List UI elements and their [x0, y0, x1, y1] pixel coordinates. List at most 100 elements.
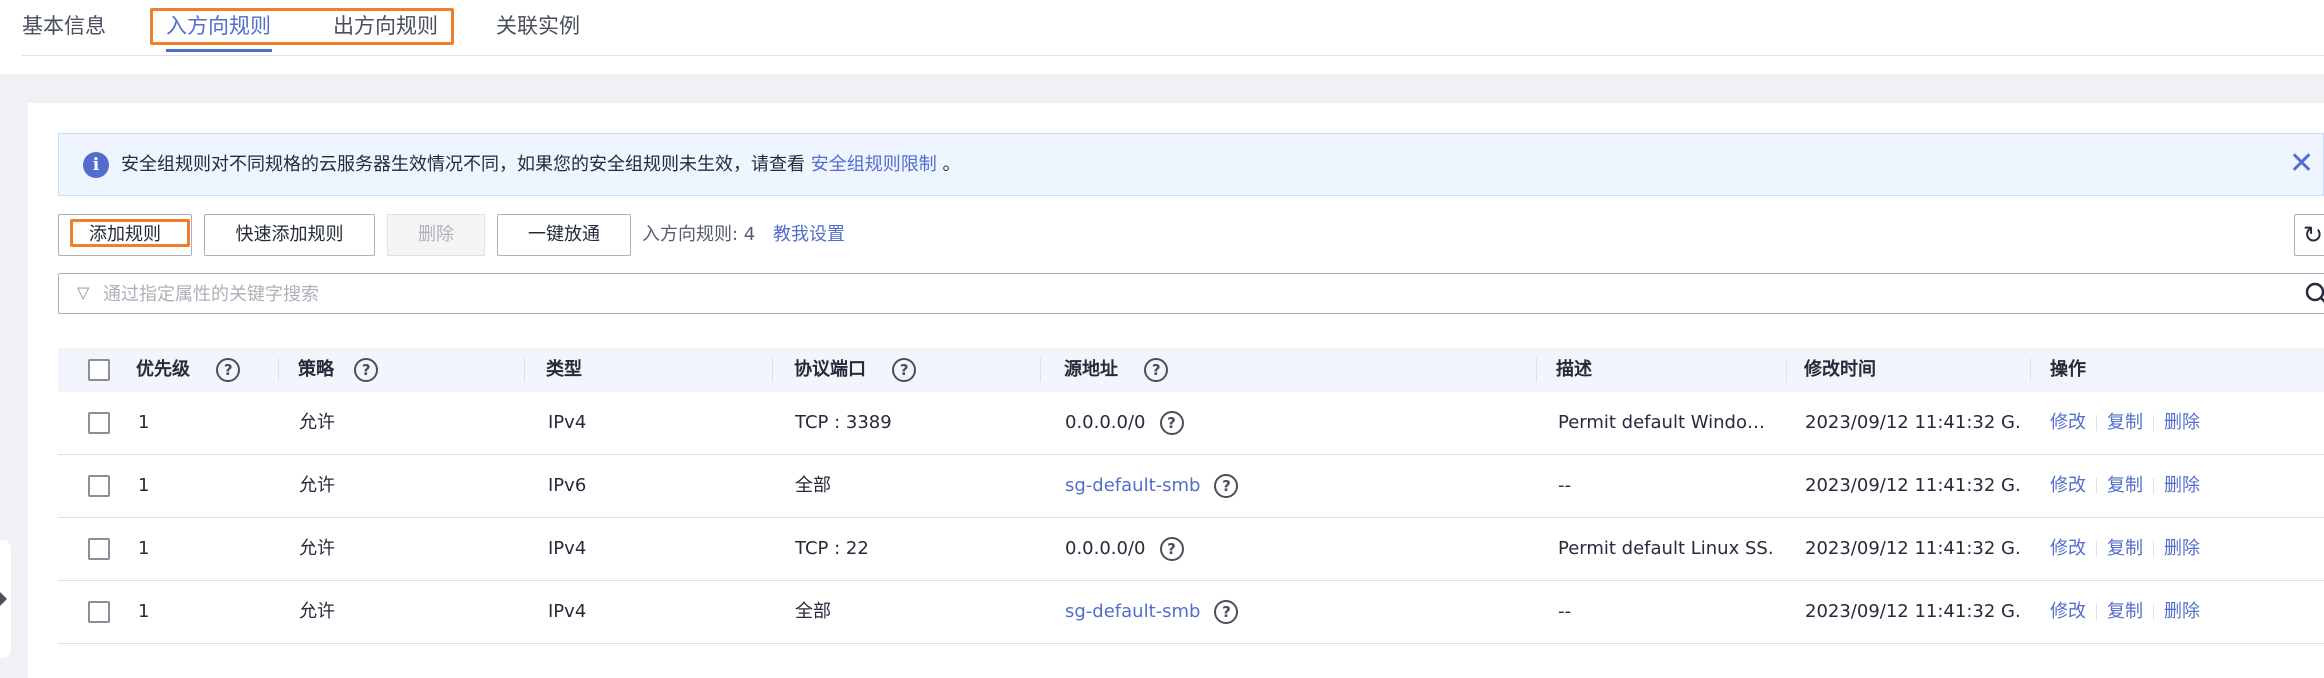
delete-button[interactable]: 删除: [387, 214, 485, 256]
select-all-checkbox[interactable]: [88, 359, 110, 381]
tab-associated-instances[interactable]: 关联实例: [496, 10, 580, 42]
source-link[interactable]: sg-default-smb: [1065, 475, 1200, 496]
row-actions: 修改 复制 删除: [2050, 455, 2200, 517]
teach-me-link[interactable]: 教我设置: [773, 223, 845, 247]
column-divider: [1040, 358, 1041, 382]
column-divider: [2030, 358, 2031, 382]
alert-suffix: 。: [936, 154, 961, 175]
info-alert: i 安全组规则对不同规格的云服务器生效情况不同，如果您的安全组规则未生效，请查看…: [58, 133, 2324, 196]
cell-modified-time: 2023/09/12 11:41:32 G...: [1805, 538, 2019, 559]
divider: [2096, 478, 2097, 494]
highlight-box-add-rule: [70, 219, 190, 247]
row-actions: 修改 复制 删除: [2050, 518, 2200, 580]
cell-description: Permit default Linux SS...: [1558, 538, 1772, 559]
table-row: 1 允许 IPv4 TCP : 3389 0.0.0.0/0? Permit d…: [58, 392, 2324, 455]
chevron-right-icon: [0, 592, 7, 606]
column-divider: [772, 358, 773, 382]
delete-link[interactable]: 删除: [2164, 412, 2200, 433]
table-header: 优先级 ? 策略 ? 类型 协议端口 ? 源地址 ? 描述 修改时间 操作: [58, 348, 2324, 392]
search-bar: ▽: [58, 273, 2324, 314]
row-checkbox[interactable]: [88, 412, 110, 434]
col-type: 类型: [546, 359, 582, 380]
cell-type: IPv4: [548, 412, 587, 433]
delete-link[interactable]: 删除: [2164, 601, 2200, 622]
tab-bar: 基本信息 入方向规则 出方向规则 关联实例: [0, 0, 2324, 74]
table-row: 1 允许 IPv4 全部 sg-default-smb? -- 2023/09/…: [58, 581, 2324, 644]
quick-add-rule-button[interactable]: 快速添加规则: [204, 214, 375, 256]
one-click-allow-button[interactable]: 一键放通: [497, 214, 631, 256]
close-icon[interactable]: ✕: [2289, 146, 2314, 182]
cell-port: TCP : 22: [795, 538, 869, 559]
delete-link[interactable]: 删除: [2164, 538, 2200, 559]
cell-source: 0.0.0.0/0?: [1065, 392, 1184, 454]
col-description: 描述: [1556, 359, 1592, 380]
cell-modified-time: 2023/09/12 11:41:32 G...: [1805, 412, 2019, 433]
help-icon[interactable]: ?: [354, 358, 379, 382]
cell-description: --: [1558, 601, 1571, 622]
inbound-rule-count: 入方向规则: 4: [642, 224, 756, 245]
help-icon[interactable]: ?: [1159, 411, 1184, 435]
source-value: 0.0.0.0/0: [1065, 538, 1146, 559]
delete-link[interactable]: 删除: [2164, 475, 2200, 496]
divider: [2153, 541, 2154, 557]
table-row: 1 允许 IPv4 TCP : 22 0.0.0.0/0? Permit def…: [58, 518, 2324, 581]
divider: [2153, 478, 2154, 494]
help-icon[interactable]: ?: [1214, 600, 1239, 624]
row-actions: 修改 复制 删除: [2050, 392, 2200, 454]
search-input[interactable]: [103, 280, 2203, 308]
cell-port: 全部: [795, 601, 831, 622]
copy-link[interactable]: 复制: [2107, 475, 2143, 496]
refresh-icon: ↻: [2303, 221, 2324, 249]
cell-policy: 允许: [299, 475, 335, 496]
modify-link[interactable]: 修改: [2050, 412, 2086, 433]
help-icon[interactable]: ?: [1144, 358, 1169, 382]
tab-basic-info[interactable]: 基本信息: [22, 10, 106, 42]
cell-type: IPv4: [548, 538, 587, 559]
filter-icon[interactable]: ▽: [77, 283, 89, 302]
col-protocol-port: 协议端口 ?: [794, 348, 917, 392]
highlight-box-tabs: [150, 8, 454, 45]
cell-source: 0.0.0.0/0?: [1065, 518, 1184, 580]
row-checkbox[interactable]: [88, 538, 110, 560]
help-icon[interactable]: ?: [216, 358, 241, 382]
cell-type: IPv6: [548, 475, 587, 496]
row-checkbox[interactable]: [88, 601, 110, 623]
cell-source: sg-default-smb?: [1065, 455, 1239, 517]
help-icon[interactable]: ?: [892, 358, 917, 382]
cell-policy: 允许: [299, 601, 335, 622]
col-actions: 操作: [2050, 359, 2086, 380]
modify-link[interactable]: 修改: [2050, 601, 2086, 622]
column-divider: [524, 358, 525, 382]
cell-description: --: [1558, 475, 1571, 496]
row-checkbox[interactable]: [88, 475, 110, 497]
cell-policy: 允许: [299, 412, 335, 433]
cell-priority: 1: [138, 412, 150, 433]
col-priority: 优先级 ?: [136, 348, 241, 392]
modify-link[interactable]: 修改: [2050, 538, 2086, 559]
col-protocol-port-label: 协议端口: [794, 359, 866, 380]
info-icon: i: [83, 152, 109, 178]
cell-source: sg-default-smb?: [1065, 581, 1239, 643]
refresh-button[interactable]: ↻: [2294, 214, 2324, 256]
cell-description: Permit default Windows ...: [1558, 412, 1772, 433]
divider: [2096, 415, 2097, 431]
source-value: 0.0.0.0/0: [1065, 412, 1146, 433]
col-policy-label: 策略: [298, 359, 334, 380]
col-source-label: 源地址: [1064, 359, 1118, 380]
column-divider: [1786, 358, 1787, 382]
cell-priority: 1: [138, 538, 150, 559]
help-icon[interactable]: ?: [1214, 474, 1239, 498]
alert-limit-link[interactable]: 安全组规则限制: [811, 154, 937, 175]
copy-link[interactable]: 复制: [2107, 538, 2143, 559]
col-policy: 策略 ?: [298, 348, 379, 392]
side-panel-handle[interactable]: [0, 540, 11, 658]
copy-link[interactable]: 复制: [2107, 601, 2143, 622]
col-modified-time: 修改时间: [1804, 359, 1876, 380]
copy-link[interactable]: 复制: [2107, 412, 2143, 433]
source-link[interactable]: sg-default-smb: [1065, 601, 1200, 622]
search-icon[interactable]: [2303, 280, 2324, 308]
tabs-divider: [22, 55, 2324, 56]
help-icon[interactable]: ?: [1159, 537, 1184, 561]
active-tab-indicator: [166, 49, 272, 52]
modify-link[interactable]: 修改: [2050, 475, 2086, 496]
